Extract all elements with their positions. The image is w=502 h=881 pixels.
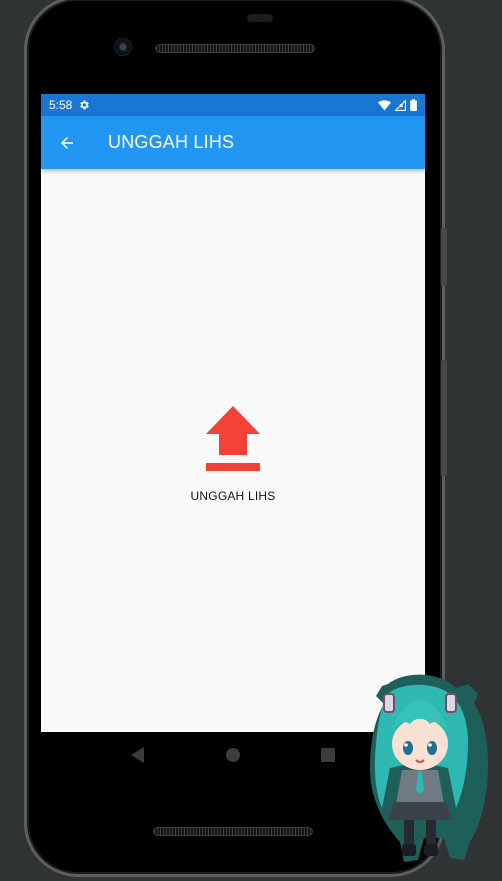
- volume-button: [441, 228, 447, 286]
- front-camera: [114, 38, 132, 56]
- bottom-speaker-grille: [153, 827, 313, 836]
- upload-label[interactable]: UNGGAH LIHS: [191, 489, 276, 503]
- status-time: 5:58: [49, 98, 73, 112]
- upload-action[interactable]: UNGGAH LIHS: [41, 406, 425, 503]
- device-screen: 5:58 UNGGAH LIHS UNGGAH LIHS: [41, 94, 425, 732]
- back-button[interactable]: [41, 116, 93, 169]
- nav-back-button[interactable]: [120, 737, 156, 773]
- back-triangle-icon: [131, 747, 145, 763]
- wifi-icon: [378, 99, 391, 110]
- anime-character-sticker: [370, 674, 488, 862]
- recents-square-icon: [320, 748, 335, 762]
- no-signal-icon: [395, 99, 406, 111]
- arrow-back-icon: [61, 136, 73, 149]
- upload-arrow-icon[interactable]: [204, 406, 262, 472]
- app-bar: UNGGAH LIHS: [41, 116, 425, 169]
- main-content: UNGGAH LIHS: [41, 169, 425, 732]
- home-circle-icon: [225, 748, 240, 762]
- status-icons: [378, 99, 417, 111]
- power-button: [441, 360, 447, 476]
- earpiece-slot: [247, 14, 273, 22]
- page-title: UNGGAH LIHS: [108, 132, 235, 152]
- nav-home-button[interactable]: [215, 737, 251, 773]
- battery-icon: [410, 99, 417, 111]
- top-speaker-grille: [155, 44, 315, 53]
- status-bar: 5:58: [41, 94, 425, 116]
- settings-gear-icon: [80, 100, 90, 110]
